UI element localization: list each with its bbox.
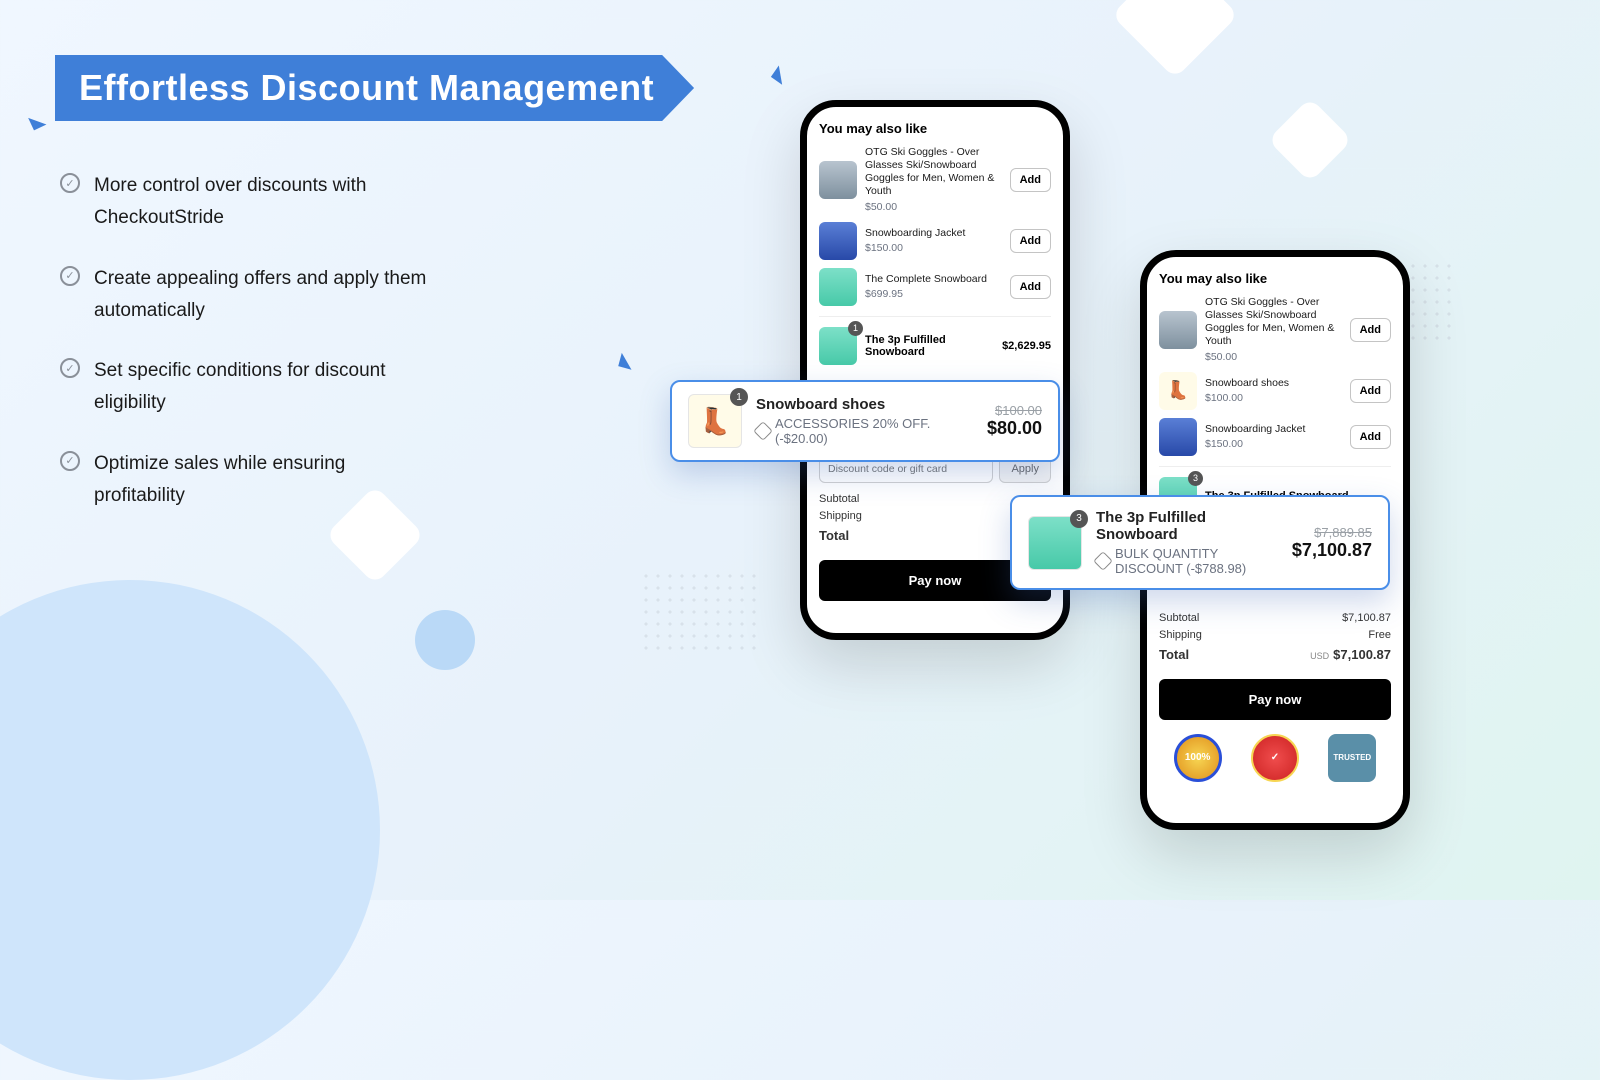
product-name: OTG Ski Goggles - Over Glasses Ski/Snowb… (865, 146, 1002, 199)
section-title: You may also like (1159, 271, 1391, 286)
add-button[interactable]: Add (1350, 425, 1391, 449)
discounted-price: $80.00 (987, 418, 1042, 439)
check-icon: ✓ (60, 451, 80, 471)
product-name: Snowboard shoes (1205, 377, 1342, 390)
check-icon: ✓ (60, 173, 80, 193)
product-price: $150.00 (1205, 438, 1342, 451)
satisfaction-badge-icon: 100% (1174, 734, 1222, 782)
feature-item: ✓ Set specific conditions for discount e… (60, 355, 440, 420)
product-thumb-icon (819, 161, 857, 199)
product-thumb-icon (1159, 311, 1197, 349)
feature-item: ✓ More control over discounts with Check… (60, 170, 440, 235)
tag-icon (753, 421, 773, 441)
tag-icon (1093, 551, 1113, 571)
shipping-row: ShippingFree (1159, 629, 1391, 641)
page-heading: Effortless Discount Management (55, 55, 694, 121)
product-thumb-icon: 👢 (1159, 372, 1197, 410)
original-price: $7,889.85 (1292, 525, 1372, 540)
dot-grid-decor (640, 570, 760, 650)
check-icon: ✓ (60, 266, 80, 286)
award-badge-icon: ✓ (1251, 734, 1299, 782)
add-button[interactable]: Add (1350, 318, 1391, 342)
product-price: $50.00 (865, 201, 1002, 214)
product-price: $150.00 (865, 242, 1002, 255)
cart-item-price: $2,629.95 (1002, 340, 1051, 352)
upsell-item: Snowboarding Jacket $150.00 Add (819, 222, 1051, 260)
product-name: Snowboarding Jacket (1205, 423, 1342, 436)
product-thumb-icon: 1 (819, 327, 857, 365)
add-button[interactable]: Add (1010, 168, 1051, 192)
triangle-decor: ◣ (769, 62, 792, 87)
feature-text: Set specific conditions for discount eli… (94, 355, 440, 420)
trusted-seller-badge-icon: TRUSTED (1328, 734, 1376, 782)
diamond-decor (1268, 98, 1353, 183)
discount-callout-card: 👢1 Snowboard shoes ACCESSORIES 20% OFF. … (670, 380, 1060, 462)
original-price: $100.00 (987, 403, 1042, 418)
discount-label: ACCESSORIES 20% OFF. (-$20.00) (756, 416, 973, 446)
trust-badges-row: 100% ✓ TRUSTED (1159, 734, 1391, 782)
product-name: Snowboarding Jacket (865, 227, 1002, 240)
discount-callout-card: 3 The 3p Fulfilled Snowboard BULK QUANTI… (1010, 495, 1390, 590)
product-thumb-icon: 3 (1028, 516, 1082, 570)
product-price: $50.00 (1205, 351, 1342, 364)
discount-label: BULK QUANTITY DISCOUNT (-$788.98) (1096, 546, 1278, 576)
feature-text: Optimize sales while ensuring profitabil… (94, 448, 440, 513)
add-button[interactable]: Add (1350, 379, 1391, 403)
qty-badge: 3 (1188, 471, 1203, 486)
feature-list: ✓ More control over discounts with Check… (60, 170, 440, 540)
triangle-decor: ◣ (618, 349, 637, 373)
feature-text: More control over discounts with Checkou… (94, 170, 440, 235)
discounted-price: $7,100.87 (1292, 540, 1372, 561)
upsell-item: The Complete Snowboard $699.95 Add (819, 268, 1051, 306)
upsell-item: OTG Ski Goggles - Over Glasses Ski/Snowb… (819, 146, 1051, 214)
product-thumb-icon (1159, 418, 1197, 456)
check-icon: ✓ (60, 358, 80, 378)
product-name: OTG Ski Goggles - Over Glasses Ski/Snowb… (1205, 296, 1342, 349)
product-price: $100.00 (1205, 392, 1342, 405)
cart-item-name: The 3p Fulfilled Snowboard (865, 334, 994, 358)
subtotal-row: Subtotal$7,100.87 (1159, 612, 1391, 624)
add-button[interactable]: Add (1010, 229, 1051, 253)
qty-badge: 3 (1070, 510, 1088, 528)
product-thumb-icon (819, 222, 857, 260)
qty-badge: 1 (730, 388, 748, 406)
triangle-decor: ◣ (26, 108, 47, 133)
upsell-item: Snowboarding Jacket $150.00 Add (1159, 418, 1391, 456)
feature-text: Create appealing offers and apply them a… (94, 263, 440, 328)
qty-badge: 1 (848, 321, 863, 336)
product-thumb-icon (819, 268, 857, 306)
product-name: Snowboard shoes (756, 396, 973, 413)
product-name: The Complete Snowboard (865, 273, 1002, 286)
upsell-item: 👢 Snowboard shoes $100.00 Add (1159, 372, 1391, 410)
product-price: $699.95 (865, 288, 1002, 301)
product-name: The 3p Fulfilled Snowboard (1096, 509, 1278, 543)
section-title: You may also like (819, 121, 1051, 136)
add-button[interactable]: Add (1010, 275, 1051, 299)
upsell-item: OTG Ski Goggles - Over Glasses Ski/Snowb… (1159, 296, 1391, 364)
product-thumb-icon: 👢1 (688, 394, 742, 448)
diamond-decor (1111, 0, 1238, 79)
cart-line-item: 1 The 3p Fulfilled Snowboard $2,629.95 (819, 316, 1051, 365)
bg-circle-small (415, 610, 475, 670)
total-row: TotalUSD$7,100.87 (1159, 647, 1391, 662)
feature-item: ✓ Optimize sales while ensuring profitab… (60, 448, 440, 513)
bg-circle-large (0, 580, 380, 1080)
feature-item: ✓ Create appealing offers and apply them… (60, 263, 440, 328)
pay-now-button[interactable]: Pay now (1159, 679, 1391, 720)
